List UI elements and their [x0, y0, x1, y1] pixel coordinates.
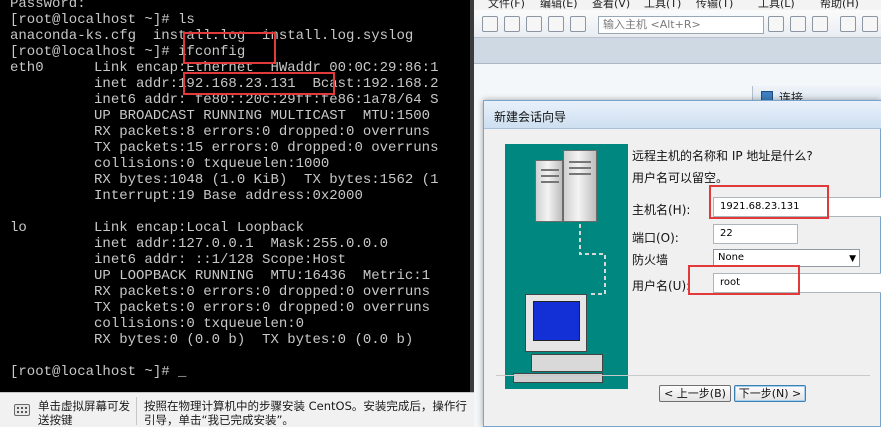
terminal-line: TX packets:0 errors:0 dropped:0 overruns	[10, 300, 431, 316]
keyboard-icon	[14, 404, 30, 416]
terminal-line: RX packets:0 errors:0 dropped:0 overruns	[10, 284, 431, 300]
menu-help[interactable]: 帮助(H)	[820, 0, 859, 10]
print-icon[interactable]	[840, 16, 856, 32]
terminal-line: inet addr:127.0.0.1 Mask:255.0.0.0	[10, 236, 389, 252]
terminal-line: [root@localhost ~]# ls	[10, 12, 195, 28]
back-button[interactable]: < 上一步(B)	[659, 385, 731, 402]
terminal-line: inet6 addr: fe80::20c:29ff:fe86:1a78/64 …	[10, 92, 439, 108]
more-icon[interactable]	[862, 16, 878, 32]
terminal-line: collisions:0 txqueuelen:1000	[10, 156, 330, 172]
firewall-selected-value: None	[718, 252, 745, 263]
terminal-line: [root@localhost ~]# ifconfig	[10, 44, 246, 60]
menu-edit[interactable]: 编辑(E)	[540, 0, 578, 10]
vm-hint-bar: 单击虚拟屏幕可发送按键 按照在物理计算机中的步骤安装 CentOS。安装完成后，…	[0, 392, 474, 427]
username-input[interactable]: root	[713, 273, 881, 293]
chevron-down-icon: ▼	[849, 254, 856, 264]
terminal-line: Interrupt:19 Base address:0x2000	[10, 188, 363, 204]
network-illustration	[505, 144, 628, 389]
host-input[interactable]: 1921.68.23.131	[713, 197, 881, 217]
session-tab-strip	[474, 38, 881, 64]
firewall-select[interactable]: None ▼	[713, 249, 860, 267]
properties-icon[interactable]	[570, 16, 586, 32]
toolbar: 输入主机 <Alt+R>	[474, 10, 881, 38]
terminal-line: UP LOOPBACK RUNNING MTU:16436 Metric:1	[10, 268, 431, 284]
terminal-line: inet6 addr: ::1/128 Scope:Host	[10, 252, 347, 268]
new-session-wizard-dialog: 新建会话向导 远程主机的名称和 IP 地址是什么? 用户名可以留空。 主机名(H…	[483, 100, 881, 427]
menu-bar: 文件(F) 编辑(E) 查看(V) 工具(T) 传输(T) 工具(L) 帮助(H…	[474, 0, 881, 10]
menu-tools[interactable]: 工具(T)	[644, 0, 681, 10]
terminal-line: collisions:0 txqueuelen:0	[10, 316, 305, 332]
port-input[interactable]: 22	[713, 224, 798, 244]
computer-base	[531, 354, 603, 372]
port-label: 端口(O):	[632, 231, 679, 245]
reconnect-icon[interactable]	[526, 16, 542, 32]
terminal-line: Password:	[10, 0, 86, 12]
computer-monitor-icon	[525, 294, 587, 352]
hint-send-keys-text: 单击虚拟屏幕可发送按键	[38, 399, 130, 427]
terminal-line: UP BROADCAST RUNNING MULTICAST MTU:1500	[10, 108, 431, 124]
terminal-line: inet addr:192.168.23.131 Bcast:192.168.2	[10, 76, 439, 92]
username-label: 用户名(U):	[632, 279, 691, 293]
quick-connect-input[interactable]: 输入主机 <Alt+R>	[598, 16, 764, 34]
terminal-line: RX bytes:0 (0.0 b) TX bytes:0 (0.0 b)	[10, 332, 414, 348]
open-icon[interactable]	[504, 16, 520, 32]
dialog-separator	[496, 375, 870, 376]
menu-transfer[interactable]: 传输(T)	[696, 0, 733, 10]
terminal-line: TX packets:15 errors:0 dropped:0 overrun…	[10, 140, 439, 156]
find-icon[interactable]	[812, 16, 828, 32]
new-session-icon[interactable]	[482, 16, 498, 32]
dialog-title: 新建会话向导	[484, 101, 881, 129]
disconnect-icon[interactable]	[548, 16, 564, 32]
menu-tools-2[interactable]: 工具(L)	[758, 0, 795, 10]
network-cable	[579, 224, 606, 295]
hint-separator	[136, 397, 137, 425]
host-label: 主机名(H):	[632, 203, 691, 217]
paste-icon[interactable]	[790, 16, 806, 32]
computer-screen	[533, 301, 580, 341]
copy-icon[interactable]	[768, 16, 784, 32]
next-button[interactable]: 下一步(N) >	[734, 385, 806, 402]
wizard-question: 远程主机的名称和 IP 地址是什么?	[632, 149, 813, 163]
terminal-line: [root@localhost ~]# _	[10, 364, 187, 380]
menu-view[interactable]: 查看(V)	[592, 0, 630, 10]
terminal-line: RX bytes:1048 (1.0 KiB) TX bytes:1562 (1	[10, 172, 439, 188]
vm-terminal-screen[interactable]: Password: [root@localhost ~]# ls anacond…	[0, 0, 470, 392]
firewall-label: 防火墙	[632, 253, 669, 267]
terminal-line: RX packets:8 errors:0 dropped:0 overruns	[10, 124, 431, 140]
terminal-line: eth0 Link encap:Ethernet HWaddr 00:0C:29…	[10, 60, 439, 76]
menu-file[interactable]: 文件(F)	[488, 0, 525, 10]
terminal-line: lo Link encap:Local Loopback	[10, 220, 305, 236]
hint-install-instructions: 按照在物理计算机中的步骤安装 CentOS。安装完成后，操作行引导，单击“我已完…	[144, 399, 467, 427]
terminal-line: anaconda-ks.cfg install.log install.log.…	[10, 28, 414, 44]
wizard-hint: 用户名可以留空。	[632, 171, 729, 185]
